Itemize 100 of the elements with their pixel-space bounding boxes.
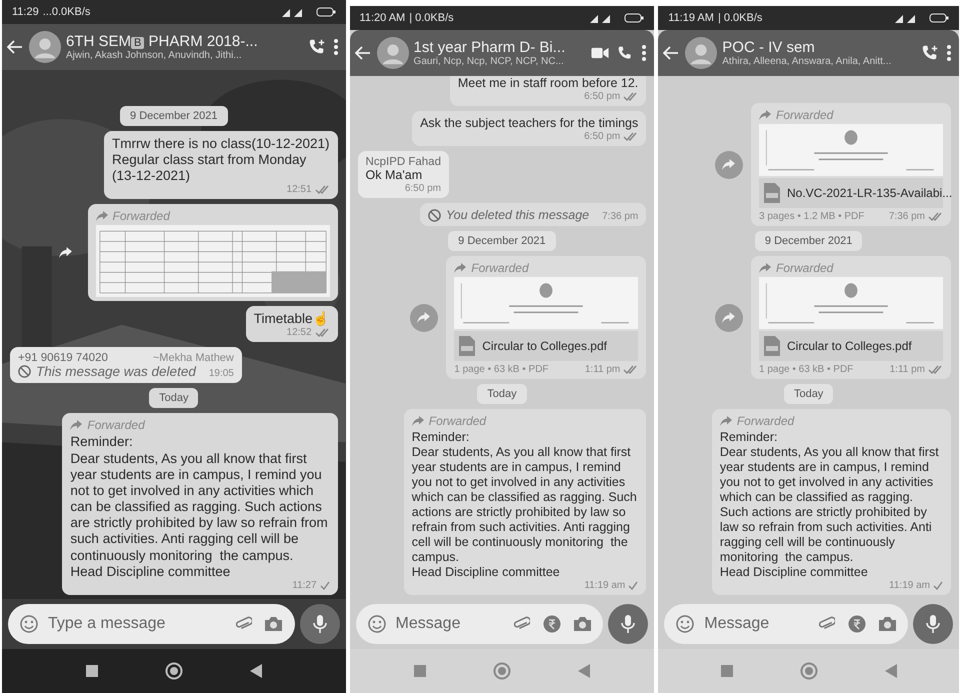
blocked-icon (18, 365, 31, 378)
message-time: 1:11 pm (584, 364, 620, 375)
triangle-back-icon (578, 664, 590, 678)
date-divider: Today (149, 388, 198, 408)
message-text: Tmrrw there is no class(10-12-2021) Regular class start from Monday (13-12-2021) (112, 136, 330, 184)
payment-button[interactable] (541, 613, 564, 635)
camera-icon (572, 616, 592, 632)
message-time: 7:36 pm (602, 211, 638, 222)
message-field[interactable]: Type a message (8, 604, 295, 644)
forwarded-label: Forwarded (776, 108, 834, 122)
battery-icon (316, 7, 336, 17)
file-info: 1 page • 63 kB • PDF (759, 364, 854, 375)
forward-arrow-icon (720, 416, 733, 426)
message-time: 6:50 pm (584, 131, 620, 142)
status-time: 11:20 AM (360, 12, 406, 24)
emoji-button[interactable] (18, 613, 40, 635)
group-avatar-icon (29, 31, 61, 63)
camera-icon (264, 616, 284, 632)
status-time: 11:19 AM (668, 12, 714, 24)
menu-icon (642, 45, 646, 61)
forward-arrow-icon (412, 416, 425, 426)
triangle-back-icon (250, 664, 262, 678)
message-input[interactable]: Message (704, 615, 808, 633)
date-divider: 9 December 2021 (448, 231, 556, 251)
share-arrow-icon (722, 312, 736, 323)
back-button[interactable] (354, 44, 372, 62)
microphone-icon (312, 614, 327, 634)
square-icon (414, 665, 426, 677)
forwarded-label: Forwarded (736, 414, 794, 428)
forwarded-label: Forwarded (87, 418, 145, 432)
message-text: Reminder: Dear students, As you all know that first year students are in campus, I remind you not to get involved in any activities which can be classified as ragging. Such actions are strictly prohibited by law so refrain from such activities. Anti ragging cell will be continuously monitoring the campus. Head Discipline committee (70, 434, 329, 580)
phone-plus-icon (921, 44, 939, 62)
group-avatar-icon (685, 37, 718, 69)
rupee-icon (543, 615, 562, 633)
file-info: 1 page • 63 kB • PDF (454, 364, 549, 375)
payment-button[interactable] (846, 613, 868, 635)
menu-icon (334, 39, 338, 55)
back-button[interactable] (6, 38, 24, 56)
group-avatar-icon (376, 37, 409, 69)
microphone-icon (926, 614, 940, 634)
forwarded-label: Forwarded (112, 209, 170, 224)
home-circle-icon (164, 662, 183, 680)
message-time: 11:19 am (889, 580, 930, 591)
square-icon (720, 665, 733, 677)
message-text: Meet me in staff room before 12. (458, 76, 638, 91)
home-circle-icon (800, 662, 818, 680)
back-arrow-icon (663, 46, 680, 60)
video-camera-icon (591, 47, 610, 59)
rupee-icon (848, 615, 866, 633)
home-circle-icon (492, 662, 511, 680)
file-name: Circular to Colleges.pdf (482, 339, 607, 353)
deleted-message: You deleted this message (446, 208, 590, 222)
emoji-button[interactable] (674, 613, 696, 635)
message-time: 7:36 pm (888, 211, 925, 222)
camera-icon (878, 616, 896, 632)
smiley-icon (20, 615, 38, 633)
back-arrow-icon (7, 40, 23, 54)
message-time: 12:51 (286, 184, 312, 196)
chat-title: POC - IV sem (722, 39, 815, 56)
file-name: Circular to Colleges.pdf (787, 339, 912, 353)
back-button[interactable] (662, 44, 680, 62)
home-button[interactable] (162, 660, 185, 682)
message-field[interactable]: Message (664, 604, 908, 644)
voice-message-button[interactable] (300, 604, 340, 644)
deleted-message: This message was deleted (36, 364, 196, 380)
message-time: 12:52 (286, 327, 312, 338)
chat-title: 1st year Pharm D- Bi... (414, 39, 566, 56)
forwarded-label: Forwarded (471, 261, 529, 275)
menu-icon (947, 45, 951, 61)
chat-title: 6TH SEM B PHARM 2018-... (66, 33, 258, 50)
network-speed: ...0.0KB/s (42, 6, 90, 18)
group-members: Athira, Alleena, Answara, Anila, Anitt... (722, 56, 892, 67)
smiley-icon (676, 615, 694, 633)
date-divider: Today (477, 384, 527, 404)
message-input[interactable]: Type a message (48, 615, 225, 633)
microphone-icon (621, 614, 636, 634)
forward-arrow-icon (454, 263, 468, 273)
battery-icon (624, 13, 644, 23)
message-time: 1:11 pm (890, 364, 925, 375)
back-arrow-icon (354, 46, 371, 60)
status-time: 11:29 (12, 6, 39, 18)
phone-icon (617, 45, 634, 61)
message-time: 6:50 pm (584, 91, 620, 102)
forwarded-label: Forwarded (776, 261, 834, 275)
message-time: 19:05 (208, 368, 234, 380)
message-time: 6:50 pm (404, 183, 441, 194)
message-text: Ask the subject teachers for the timings (420, 116, 638, 131)
voice-message-button[interactable] (608, 604, 648, 644)
network-speed: | 0.0KB/s (409, 12, 454, 24)
forward-arrow-icon (96, 211, 109, 222)
voice-message-button[interactable] (913, 604, 953, 644)
sender-name: NcpIPD Fahad (366, 156, 441, 168)
share-arrow-icon (417, 312, 432, 323)
message-input[interactable]: Message (396, 615, 504, 633)
pdf-file-icon (458, 335, 476, 357)
date-divider: 9 December 2021 (120, 106, 228, 126)
message-text: Timetable☝ (254, 311, 330, 328)
triangle-back-icon (884, 664, 897, 678)
emoji-button[interactable] (366, 613, 388, 635)
message-field[interactable]: Message (356, 604, 604, 644)
